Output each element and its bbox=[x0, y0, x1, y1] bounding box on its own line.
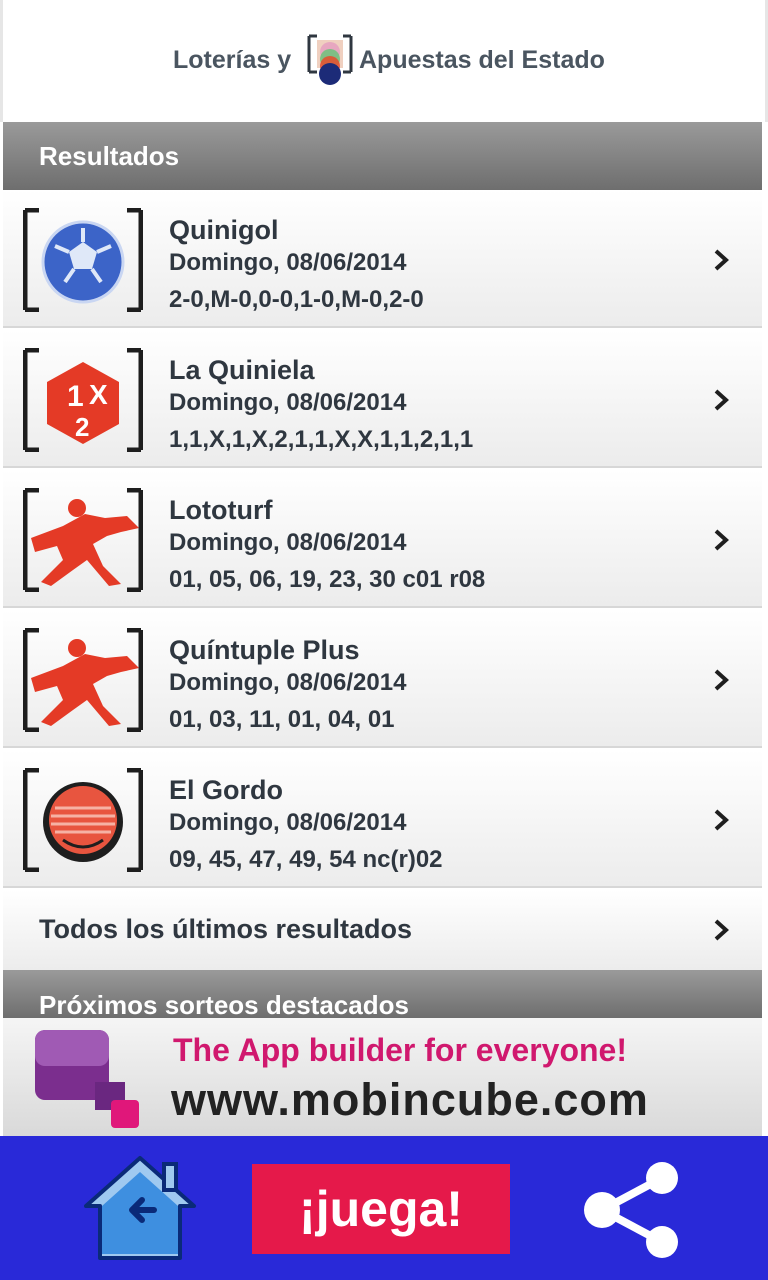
bottom-nav-bar: ¡juega! bbox=[0, 1136, 768, 1280]
mobincube-logo-icon bbox=[35, 1030, 139, 1128]
result-row-quinigol[interactable]: Quinigol Domingo, 08/06/2014 2-0,M-0,0-0… bbox=[3, 190, 762, 328]
game-name: La Quiniela bbox=[169, 355, 315, 385]
results-section-header: Resultados bbox=[3, 122, 762, 190]
game-name: Lototurf bbox=[169, 495, 273, 525]
game-date: Domingo, 08/06/2014 bbox=[169, 389, 407, 416]
chevron-right-icon bbox=[714, 809, 729, 831]
game-result: 1,1,X,1,X,2,1,1,X,X,1,1,2,1,1 bbox=[169, 426, 474, 453]
ad-tagline: The App builder for everyone! bbox=[173, 1032, 627, 1068]
app-header: Loterías y Apuestas del Estado bbox=[0, 0, 768, 122]
result-row-lototurf[interactable]: Lototurf Domingo, 08/06/2014 01, 05, 06,… bbox=[3, 470, 762, 608]
game-name: Quíntuple Plus bbox=[169, 635, 360, 665]
lae-logo-icon bbox=[307, 34, 353, 85]
ad-url: www.mobincube.com bbox=[171, 1074, 649, 1125]
soccer-ball-icon bbox=[23, 208, 143, 312]
all-results-label: Todos los últimos resultados bbox=[39, 914, 413, 944]
horse-rider-icon bbox=[23, 628, 143, 732]
game-date: Domingo, 08/06/2014 bbox=[169, 809, 407, 836]
all-results-link[interactable]: Todos los últimos resultados bbox=[3, 890, 762, 970]
result-row-el-gordo[interactable]: El Gordo Domingo, 08/06/2014 09, 45, 47,… bbox=[3, 750, 762, 888]
brand-logo: Loterías y Apuestas del Estado bbox=[3, 34, 768, 98]
svg-text:1: 1 bbox=[67, 380, 84, 413]
quiniela-1x2-icon: 1 X 2 bbox=[23, 348, 143, 452]
share-icon[interactable] bbox=[578, 1158, 688, 1262]
chevron-right-icon bbox=[714, 669, 729, 691]
horse-rider-icon bbox=[23, 488, 143, 592]
result-row-la-quiniela[interactable]: 1 X 2 La Quiniela Domingo, 08/06/2014 1,… bbox=[3, 330, 762, 468]
svg-text:X: X bbox=[89, 379, 108, 410]
chevron-right-icon bbox=[714, 919, 729, 941]
result-row-quintuple-plus[interactable]: Quíntuple Plus Domingo, 08/06/2014 01, 0… bbox=[3, 610, 762, 748]
game-result: 01, 03, 11, 01, 04, 01 bbox=[169, 706, 395, 733]
svg-text:2: 2 bbox=[75, 412, 89, 442]
chevron-right-icon bbox=[714, 249, 729, 271]
play-button[interactable]: ¡juega! bbox=[252, 1164, 510, 1254]
brand-text-left: Loterías y bbox=[173, 46, 292, 74]
ad-banner[interactable]: The App builder for everyone! www.mobinc… bbox=[3, 1018, 762, 1136]
game-date: Domingo, 08/06/2014 bbox=[169, 249, 407, 276]
game-result: 01, 05, 06, 19, 23, 30 c01 r08 bbox=[169, 566, 486, 593]
game-date: Domingo, 08/06/2014 bbox=[169, 669, 407, 696]
game-result: 2-0,M-0,0-0,1-0,M-0,2-0 bbox=[169, 286, 424, 313]
brand-text-right: Apuestas del Estado bbox=[359, 46, 605, 74]
game-date: Domingo, 08/06/2014 bbox=[169, 529, 407, 556]
upcoming-section-header: Próximos sorteos destacados bbox=[3, 970, 762, 1018]
home-icon[interactable] bbox=[80, 1152, 200, 1264]
chevron-right-icon bbox=[714, 529, 729, 551]
game-result: 09, 45, 47, 49, 54 nc(r)02 bbox=[169, 846, 443, 873]
chevron-right-icon bbox=[714, 389, 729, 411]
el-gordo-icon bbox=[23, 768, 143, 872]
game-name: Quinigol bbox=[169, 215, 279, 245]
game-name: El Gordo bbox=[169, 775, 283, 805]
